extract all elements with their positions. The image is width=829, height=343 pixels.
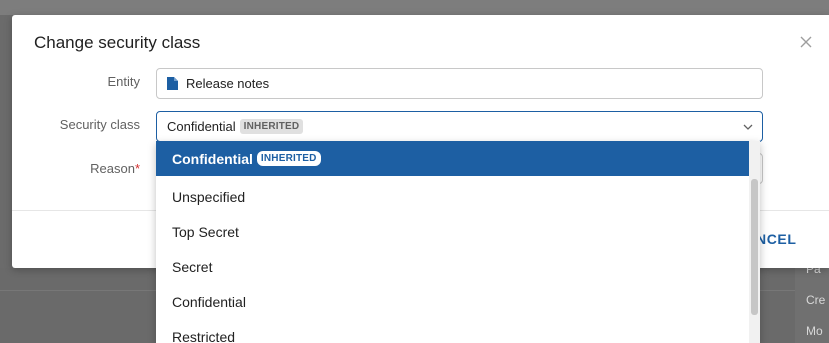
close-icon[interactable] [797, 33, 815, 51]
option-label: Confidential [172, 150, 253, 167]
option-label: Secret [172, 258, 213, 275]
dropdown-option-confidential[interactable]: Confidential [156, 284, 749, 319]
background-text: Cre [806, 293, 826, 307]
inherited-badge: INHERITED [239, 119, 304, 134]
dropdown-option-restricted[interactable]: Restricted [156, 319, 749, 343]
inherited-badge: INHERITED [256, 151, 321, 166]
dropdown-scrollbar-thumb[interactable] [751, 179, 758, 315]
document-icon [167, 77, 178, 90]
security-class-label: Security class [59, 117, 140, 132]
chevron-down-icon[interactable] [742, 121, 754, 133]
cancel-button[interactable]: NCEL [756, 228, 829, 250]
required-marker: * [134, 161, 140, 176]
entity-value: Release notes [186, 76, 270, 91]
reason-label-text: Reason [90, 161, 135, 176]
entity-label: Entity [107, 74, 140, 89]
dropdown-option-confidential-inherited[interactable]: Confidential INHERITED [156, 141, 749, 176]
dialog-title: Change security class [34, 33, 201, 52]
security-class-value: Confidential [167, 119, 236, 134]
option-label: Top Secret [172, 223, 239, 240]
background-overlay-top [0, 0, 829, 15]
dropdown-option-top-secret[interactable]: Top Secret [156, 214, 749, 249]
option-label: Unspecified [172, 188, 246, 205]
dropdown-option-unspecified[interactable]: Unspecified [156, 179, 749, 214]
background-text: Mo [806, 324, 823, 338]
entity-field: Release notes [156, 68, 763, 99]
option-label: Confidential [172, 293, 246, 310]
dropdown-option-secret[interactable]: Secret [156, 249, 749, 284]
reason-label: Reason* [12, 161, 140, 176]
option-label: Restricted [172, 328, 236, 343]
security-class-dropdown: Confidential INHERITED Unspecified Top S… [156, 141, 760, 343]
security-class-select[interactable]: Confidential INHERITED [156, 111, 763, 142]
